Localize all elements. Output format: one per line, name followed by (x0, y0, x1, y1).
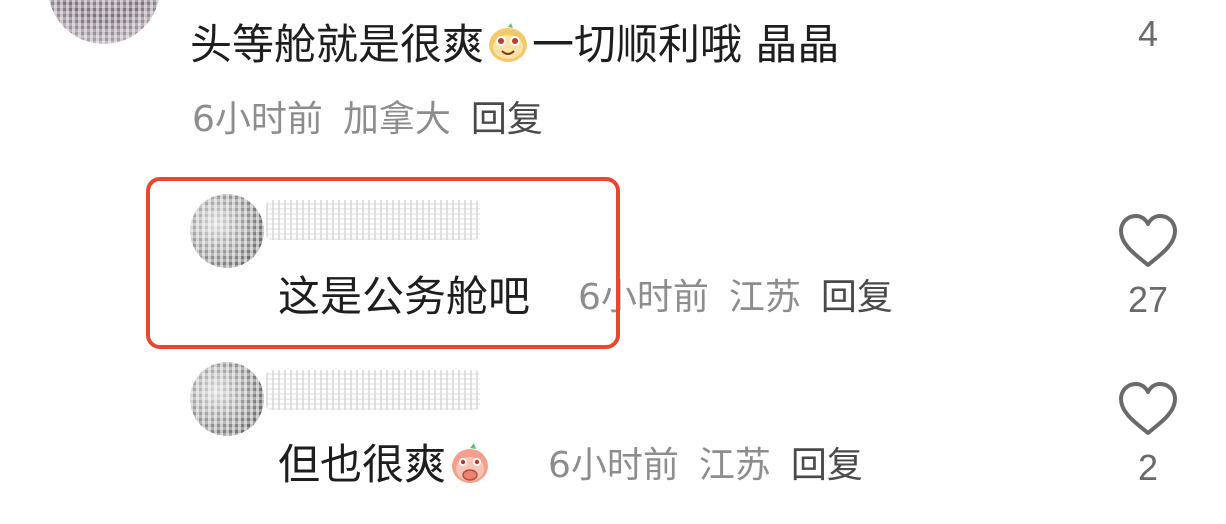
comment-text-part: 头等舱就是很爽 (190, 20, 485, 69)
grinning-dog-emoji-icon (486, 21, 530, 65)
highlight-box (146, 177, 620, 349)
reply-button[interactable]: 回复 (791, 445, 863, 486)
comment-text: 头等舱就是很爽 一切顺利哦 晶晶 (190, 20, 839, 70)
avatar[interactable] (48, 0, 160, 44)
covering-mouth-peach-emoji-icon (448, 441, 492, 485)
like-button[interactable]: 27 (1116, 212, 1180, 322)
comment-list: 头等舱就是很爽 一切顺利哦 晶晶 6小时前 加拿大 回复 4 这是公务舱吧 6小时前… (0, 0, 1226, 524)
like-count: 4 (1137, 13, 1159, 54)
reply-button[interactable]: 回复 (471, 99, 543, 140)
heart-icon (1119, 382, 1177, 435)
username-blurred[interactable] (266, 370, 480, 410)
comment-meta: 6小时前 江苏 回复 (578, 276, 893, 320)
comment-location: 加拿大 (342, 99, 451, 140)
like-button[interactable]: 2 (1116, 380, 1180, 490)
comment-meta: 6小时前 江苏 回复 (548, 444, 863, 488)
like-count: 27 (1127, 279, 1169, 320)
comment-text-part: 但也很爽 (278, 440, 447, 489)
comment-text: 但也很爽 (278, 440, 494, 490)
heart-icon (1119, 214, 1177, 267)
comment-time: 6小时前 (548, 445, 679, 486)
comment-meta: 6小时前 加拿大 回复 (192, 98, 543, 142)
like-button[interactable]: 4 (1116, 0, 1180, 56)
reply-button[interactable]: 回复 (821, 277, 893, 318)
comment-text-part: 一切顺利哦 晶晶 (532, 20, 840, 69)
like-count: 2 (1137, 447, 1159, 488)
avatar[interactable] (190, 362, 264, 436)
comment-location: 江苏 (698, 445, 771, 486)
comment-location: 江苏 (728, 277, 801, 318)
comment-time: 6小时前 (192, 99, 323, 140)
